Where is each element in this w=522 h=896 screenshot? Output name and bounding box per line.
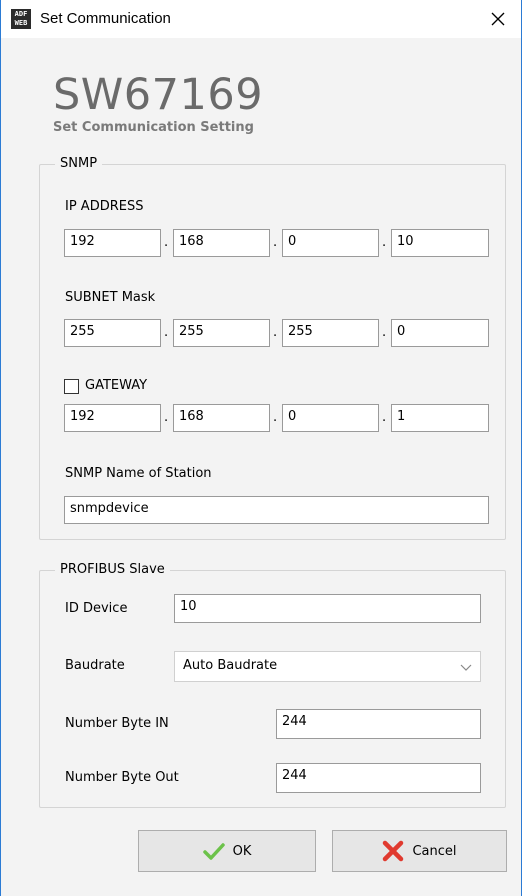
checkmark-icon [202,843,225,860]
snmp-legend: SNMP [55,156,103,171]
gateway-octet-4-field[interactable]: 1 [391,404,489,432]
subnet-octet-2-field[interactable]: 255 [173,319,270,347]
station-name-label: SNMP Name of Station [65,466,212,481]
window-title: Set Communication [40,10,171,27]
baudrate-label: Baudrate [65,658,125,673]
set-communication-window: ADF WEB Set Communication SW67169 Set Co… [0,0,522,896]
station-name-field[interactable]: snmpdevice [64,496,489,524]
baudrate-selected-value: Auto Baudrate [183,658,278,673]
byte-in-label: Number Byte IN [65,716,169,731]
byte-in-field[interactable]: 244 [276,709,481,739]
ip-octet-3-field[interactable]: 0 [282,229,379,257]
cancel-x-icon [383,840,404,862]
close-icon [491,12,505,26]
ip-dot-separator: . [164,235,169,250]
dialog-body: SW67169 Set Communication Setting SNMP I… [1,38,521,896]
app-logo-icon: ADF WEB [11,9,31,29]
gateway-octet-2-field[interactable]: 168 [173,404,270,432]
subnet-mask-label: SUBNET Mask [65,290,156,305]
ip-octet-4-field[interactable]: 10 [391,229,489,257]
subnet-octet-4-field[interactable]: 0 [391,319,489,347]
cancel-button-label: Cancel [412,843,457,859]
subnet-dot-separator: . [164,325,169,340]
cancel-button[interactable]: Cancel [332,830,507,872]
profibus-legend: PROFIBUS Slave [55,562,170,577]
subnet-octet-3-field[interactable]: 255 [282,319,379,347]
ip-octet-2-field[interactable]: 168 [173,229,270,257]
product-code-title: SW67169 [53,70,264,120]
ip-dot-separator: . [382,235,387,250]
ip-dot-separator: . [273,235,278,250]
ok-button[interactable]: OK [138,830,316,872]
gateway-octet-1-field[interactable]: 192 [64,404,161,432]
snmp-group: SNMP IP ADDRESS 192 . 168 . 0 . 10 SUBNE… [39,156,506,540]
subnet-dot-separator: . [273,325,278,340]
gateway-dot-separator: . [164,410,169,425]
gateway-dot-separator: . [273,410,278,425]
id-device-label: ID Device [65,601,128,616]
gateway-dot-separator: . [382,410,387,425]
baudrate-select[interactable]: Auto Baudrate [174,651,481,682]
profibus-group: PROFIBUS Slave ID Device 10 Baudrate Aut… [39,562,506,808]
ok-button-label: OK [232,843,252,859]
gateway-checkbox[interactable] [64,379,79,394]
ip-address-label: IP ADDRESS [65,199,144,214]
subnet-dot-separator: . [382,325,387,340]
close-button[interactable] [475,0,521,38]
ip-octet-1-field[interactable]: 192 [64,229,161,257]
gateway-octet-3-field[interactable]: 0 [282,404,379,432]
subnet-octet-1-field[interactable]: 255 [64,319,161,347]
id-device-field[interactable]: 10 [174,594,481,623]
byte-out-field[interactable]: 244 [276,763,481,793]
gateway-label: GATEWAY [85,378,148,393]
chevron-down-icon [460,664,472,671]
title-bar: ADF WEB Set Communication [1,0,521,38]
byte-out-label: Number Byte Out [65,770,179,785]
page-subtitle: Set Communication Setting [53,120,254,135]
